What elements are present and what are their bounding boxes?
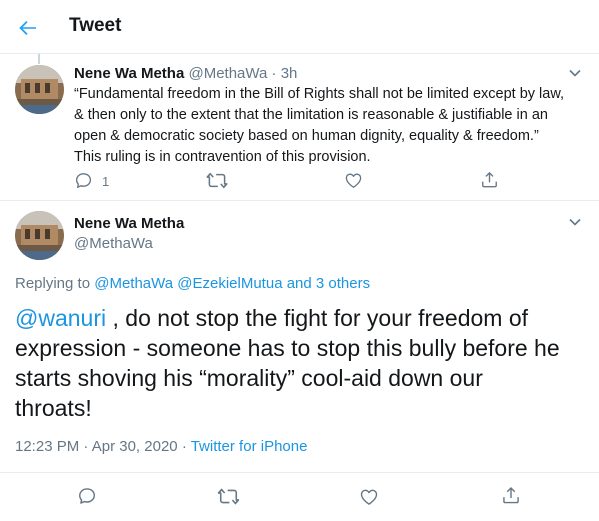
tweet1-reply-button[interactable] <box>74 171 93 195</box>
thread-connector-line <box>38 54 40 64</box>
tweet1-text-line: “Fundamental freedom in the Bill of Righ… <box>74 86 565 102</box>
tweet1-author-handle[interactable]: @MethaWa <box>188 65 267 82</box>
tweet1-text-line: open & democratic society based on human… <box>74 128 539 144</box>
heart-icon <box>345 173 362 188</box>
chevron-down-icon <box>569 69 581 77</box>
tweet1-more-button[interactable] <box>566 64 584 82</box>
replying-to-user-methawa[interactable]: @MethaWa <box>94 275 173 292</box>
reply-icon <box>79 488 95 504</box>
tweet2-metadata: 12:23 PM · Apr 30, 2020 · Twitter for iP… <box>15 438 307 455</box>
tweet2-text-fragment: , do not stop the fight for your freedom… <box>106 305 529 331</box>
tweet1-like-button[interactable] <box>344 171 363 195</box>
arrow-left-icon <box>19 21 36 35</box>
tweet2-text-line: @wanuri , do not stop the fight for your… <box>15 303 585 333</box>
tweet2-reply-button[interactable] <box>77 486 97 511</box>
avatar[interactable] <box>15 65 64 114</box>
meta-separator: · <box>83 438 89 455</box>
retweet-icon <box>217 488 240 505</box>
tweet1-share-button[interactable] <box>480 170 499 195</box>
tweet2-like-button[interactable] <box>359 487 379 512</box>
retweet-icon <box>206 172 228 189</box>
tweet1-dot: · <box>271 65 277 82</box>
tweet2-text-line: expression - someone has to stop this bu… <box>15 335 560 361</box>
tweet2-author-handle[interactable]: @MethaWa <box>74 235 153 252</box>
heart-icon <box>360 489 378 505</box>
tweet2-text: @wanuri , do not stop the fight for your… <box>15 303 585 423</box>
replying-to-user-ezekielmutua[interactable]: @EzekielMutua <box>177 275 282 292</box>
replying-to-label: Replying to <box>15 275 91 292</box>
tweet1-retweet-button[interactable] <box>206 171 228 195</box>
reply-icon <box>75 173 92 188</box>
chevron-down-icon <box>569 218 581 226</box>
tweet1-reply-count: 1 <box>102 174 110 189</box>
avatar[interactable] <box>15 211 64 260</box>
tweet1-text-line: This ruling is in contravention of this … <box>74 149 371 165</box>
tweet2-text-line: starts shoving his “morality” cool-aid d… <box>15 365 483 391</box>
tweet1-text-line: & then only to the extent that the limit… <box>74 107 548 123</box>
tweet1-timestamp[interactable]: 3h <box>281 65 298 82</box>
tweet1-author-name[interactable]: Nene Wa Metha <box>74 65 184 82</box>
tweet2-share-button[interactable] <box>501 485 521 511</box>
tweet2-source-link[interactable]: Twitter for iPhone <box>191 438 308 455</box>
tweet2-more-button[interactable] <box>566 213 584 231</box>
tweet2-date[interactable]: Apr 30, 2020 <box>92 438 178 455</box>
tweet2-time[interactable]: 12:23 PM <box>15 438 79 455</box>
share-icon <box>503 486 519 504</box>
tweet1-text: “Fundamental freedom in the Bill of Righ… <box>74 84 586 168</box>
tweet2-retweet-button[interactable] <box>217 487 240 511</box>
page-title: Tweet <box>69 15 122 36</box>
share-icon <box>482 171 497 188</box>
tweet1-header: Nene Wa Metha @MethaWa · 3h <box>74 65 297 82</box>
meta-separator: · <box>181 438 187 455</box>
divider <box>0 200 599 201</box>
divider <box>0 472 599 473</box>
replying-to-others-link[interactable]: and 3 others <box>287 275 370 292</box>
page-header: Tweet <box>0 0 599 54</box>
back-button[interactable] <box>16 16 40 40</box>
tweet2-author-name[interactable]: Nene Wa Metha <box>74 215 184 232</box>
mention-wanuri[interactable]: @wanuri <box>15 305 106 331</box>
replying-to: Replying to @MethaWa @EzekielMutua and 3… <box>15 275 370 292</box>
tweet2-text-line: throats! <box>15 395 92 421</box>
